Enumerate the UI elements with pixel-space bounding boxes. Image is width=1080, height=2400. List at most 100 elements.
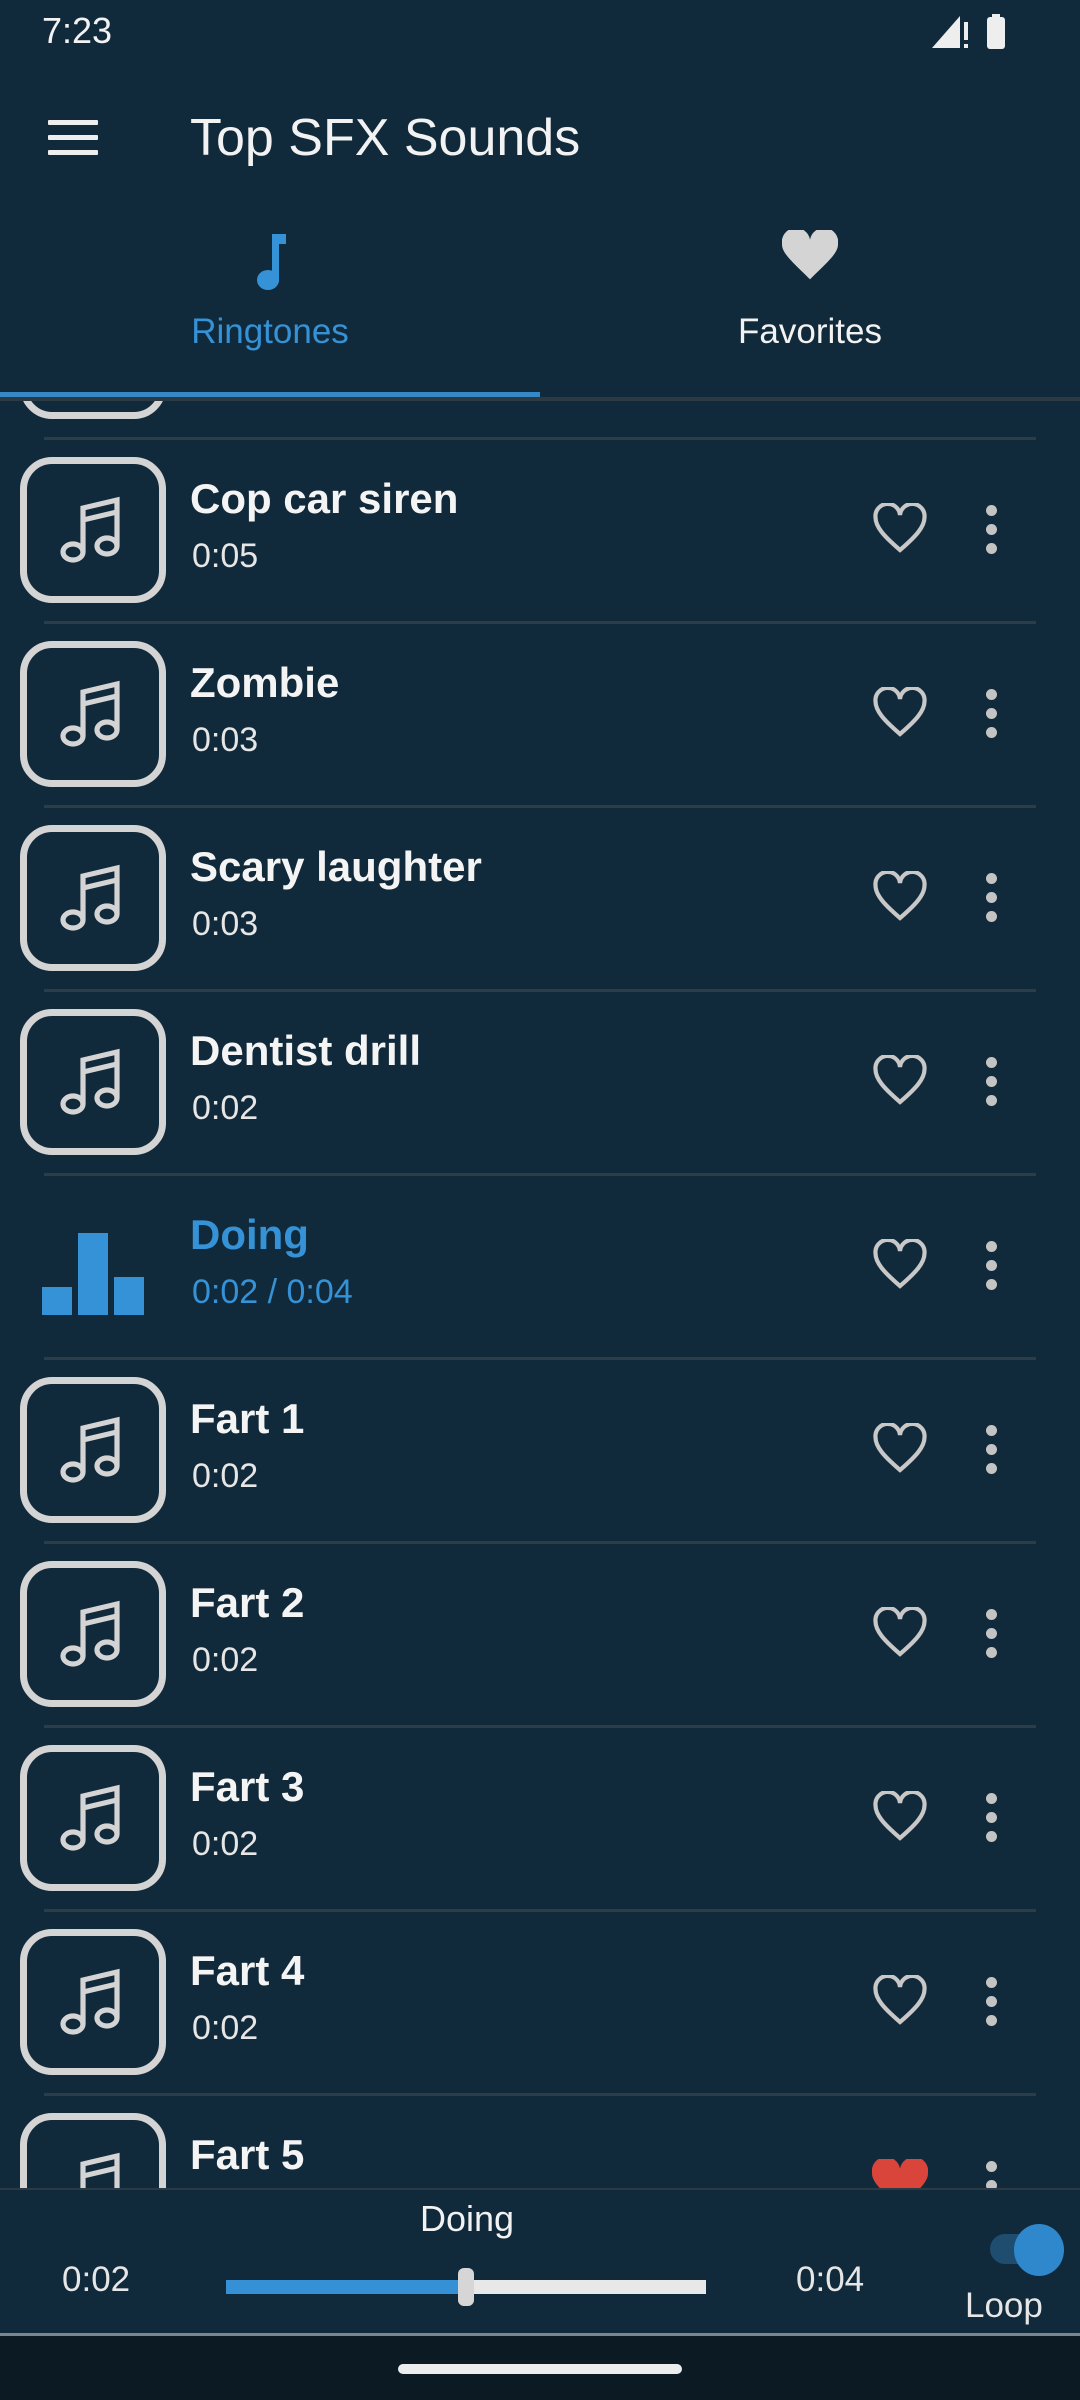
sound-icon-box xyxy=(20,2113,166,2188)
more-options-icon[interactable] xyxy=(986,2161,1000,2188)
favorite-button[interactable] xyxy=(872,1605,928,1664)
favorite-button[interactable] xyxy=(872,1789,928,1848)
sound-title: Fart 4 xyxy=(190,1947,305,1994)
sound-duration: 0:03 xyxy=(192,905,259,943)
favorite-button[interactable] xyxy=(872,1421,928,1480)
sound-title: Fart 5 xyxy=(190,2131,305,2178)
equalizer-icon xyxy=(42,1233,144,1315)
list-item[interactable]: Fart 3 0:02 xyxy=(0,1725,1080,1909)
sound-icon-box xyxy=(20,1377,166,1523)
list-item[interactable]: Dentist drill 0:02 xyxy=(0,989,1080,1173)
navigation-bar xyxy=(0,2333,1080,2400)
sound-duration: 0:02 / 0:04 xyxy=(192,1273,353,1311)
more-options-icon[interactable] xyxy=(986,1057,1000,1114)
current-time: 0:02 xyxy=(62,2260,131,2299)
heart-outline-icon xyxy=(873,1973,927,2025)
sound-duration: 0:02 xyxy=(192,1641,259,1679)
divider xyxy=(44,1909,1036,1912)
sound-icon-box xyxy=(20,825,166,971)
tab-ringtones[interactable]: Ringtones xyxy=(0,230,540,352)
music-note-icon xyxy=(257,234,286,290)
heart-outline-icon xyxy=(873,869,927,921)
music-note-icon xyxy=(60,680,120,747)
favorite-button[interactable] xyxy=(871,2156,929,2188)
music-note-icon xyxy=(60,864,120,931)
sound-title: Cop car siren xyxy=(190,475,459,522)
list-item[interactable]: Fart 4 0:02 xyxy=(0,1909,1080,2093)
sound-icon-box xyxy=(20,1929,166,2075)
list-item[interactable]: Fart 5 xyxy=(0,2093,1080,2188)
list-item[interactable]: Fart 2 0:02 xyxy=(0,1541,1080,1725)
sound-duration: 0:03 xyxy=(192,721,259,759)
heart-outline-icon xyxy=(873,1605,927,1657)
divider xyxy=(44,2093,1036,2096)
more-options-icon[interactable] xyxy=(986,1977,1000,2034)
sound-icon-box xyxy=(20,401,166,419)
more-options-icon[interactable] xyxy=(986,689,1000,746)
sound-title: Dentist drill xyxy=(190,1027,422,1074)
seek-thumb[interactable] xyxy=(458,2268,474,2306)
hamburger-menu-icon[interactable] xyxy=(48,120,98,156)
ringtone-list[interactable]: Cop car siren 0:05 Zombie 0:03 Scary laughte… xyxy=(0,401,1080,2188)
divider xyxy=(44,805,1036,808)
divider xyxy=(44,1173,1036,1176)
favorite-button[interactable] xyxy=(872,1237,928,1296)
sound-icon-box xyxy=(20,1561,166,1707)
heart-outline-icon xyxy=(873,1789,927,1841)
favorite-button[interactable] xyxy=(872,1973,928,2032)
more-options-icon[interactable] xyxy=(986,1425,1000,1482)
tab-label: Favorites xyxy=(738,312,882,351)
player-title: Doing xyxy=(420,2198,515,2239)
music-note-icon xyxy=(60,1600,120,1667)
seek-progress xyxy=(226,2280,466,2294)
loop-label: Loop xyxy=(965,2286,1043,2325)
more-options-icon[interactable] xyxy=(986,505,1000,562)
sound-title: Scary laughter xyxy=(190,843,482,890)
heart-outline-icon xyxy=(873,1421,927,1473)
sound-title: Fart 3 xyxy=(190,1763,305,1810)
music-note-icon xyxy=(60,1048,120,1115)
tab-label: Ringtones xyxy=(191,312,349,351)
favorite-button[interactable] xyxy=(872,501,928,560)
sound-duration: 0:02 xyxy=(192,1825,259,1863)
sound-icon-box xyxy=(20,1009,166,1155)
sound-icon-box xyxy=(20,1745,166,1891)
favorite-button[interactable] xyxy=(872,869,928,928)
divider xyxy=(44,1357,1036,1360)
list-item-partial[interactable] xyxy=(0,401,1080,437)
music-note-icon xyxy=(60,1968,120,2035)
sound-title: Doing xyxy=(190,1211,309,1258)
more-options-icon[interactable] xyxy=(986,1609,1000,1666)
total-time: 0:04 xyxy=(796,2260,865,2299)
favorite-button[interactable] xyxy=(872,685,928,744)
divider xyxy=(44,437,1036,440)
music-note-icon xyxy=(80,2152,120,2188)
divider xyxy=(44,1541,1036,1544)
divider xyxy=(44,1725,1036,1728)
app-title: Top SFX Sounds xyxy=(190,109,581,167)
sound-title: Fart 1 xyxy=(190,1395,305,1442)
sound-title: Zombie xyxy=(190,659,340,706)
home-handle[interactable] xyxy=(398,2364,682,2374)
heart-outline-icon xyxy=(873,501,927,553)
heart-outline-icon xyxy=(873,1053,927,1105)
list-item[interactable]: Zombie 0:03 xyxy=(0,621,1080,805)
list-item[interactable]: Cop car siren 0:05 xyxy=(0,437,1080,621)
more-options-icon[interactable] xyxy=(986,1793,1000,1850)
list-item[interactable]: Fart 1 0:02 xyxy=(0,1357,1080,1541)
list-item[interactable]: Scary laughter 0:03 xyxy=(0,805,1080,989)
sound-icon-box xyxy=(20,457,166,603)
loop-toggle[interactable] xyxy=(980,2220,1064,2280)
list-item[interactable]: Doing 0:02 / 0:04 xyxy=(0,1173,1080,1357)
music-note-icon xyxy=(60,1784,120,1851)
more-options-icon[interactable] xyxy=(986,1241,1000,1298)
tab-favorites[interactable]: Favorites xyxy=(540,230,1080,352)
favorite-button[interactable] xyxy=(872,1053,928,1112)
status-time: 7:23 xyxy=(42,10,113,51)
sound-duration: 0:05 xyxy=(192,537,259,575)
heart-icon xyxy=(782,230,838,280)
music-note-icon xyxy=(60,1416,120,1483)
more-options-icon[interactable] xyxy=(986,873,1000,930)
heart-filled-icon xyxy=(871,2156,929,2188)
seek-slider[interactable] xyxy=(226,2268,706,2306)
